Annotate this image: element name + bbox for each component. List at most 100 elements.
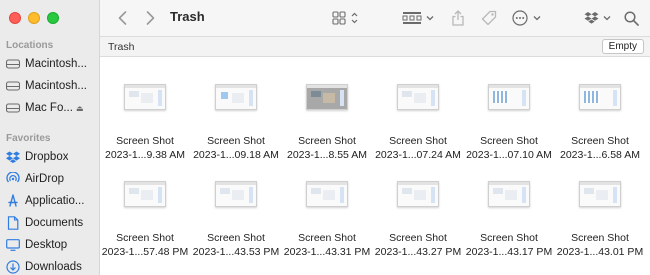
file-name-line1: Screen Shot [480,135,538,147]
tags-button[interactable] [480,7,498,29]
file-name-line2: 2023-1...43.01 PM [556,246,644,258]
group-icon [402,12,434,24]
file-item[interactable]: Screen Shot 2023-1...9.38 AM [100,57,190,161]
file-name-line1: Screen Shot [389,135,447,147]
group-by-button[interactable] [402,7,436,29]
file-name-line1: Screen Shot [207,135,265,147]
drive-icon [6,101,20,115]
tag-icon [481,10,497,26]
sidebar-item-documents[interactable]: Documents [0,213,100,233]
sidebar-item-downloads[interactable]: Downloads [0,257,100,275]
folder-title: Trash [108,41,135,53]
file-name-line1: Screen Shot [571,135,629,147]
sidebar-section-favorites: Favorites [6,133,51,144]
dropbox-menu-button[interactable] [584,7,614,29]
file-thumbnail [306,181,348,207]
desktop-icon [6,238,20,252]
icon-view-icon [332,11,358,25]
sidebar-item-label: Macintosh... [25,80,87,92]
file-grid: Screen Shot 2023-1...9.38 AM Screen Shot 20… [100,57,650,275]
file-item[interactable]: Screen Shot 2023-1...43.01 PM [555,154,645,258]
file-item[interactable]: Screen Shot 2023-1...8.55 AM [282,57,372,161]
path-bar: Trash Empty [100,36,650,57]
back-button[interactable] [114,7,130,29]
chevron-left-icon [118,11,126,25]
file-item[interactable]: Screen Shot 2023-1...43.31 PM [282,154,372,258]
sidebar-item-applications[interactable]: Applicatio... [0,191,100,211]
ellipsis-icon [512,10,541,26]
sidebar-item-macintosh-2[interactable]: Macintosh... [0,76,100,96]
sidebar-item-macintosh-1[interactable]: Macintosh... [0,54,100,74]
more-actions-button[interactable] [512,7,544,29]
sidebar-section-locations: Locations [6,40,54,51]
share-icon [452,10,464,26]
view-mode-button[interactable] [332,7,364,29]
toolbar: Trash [100,0,650,36]
eject-icon[interactable]: ⏏ [76,104,84,113]
file-item[interactable]: Screen Shot 2023-1...43.53 PM [191,154,281,258]
file-name-line2: 2023-1...43.27 PM [374,246,462,258]
sidebar-item-label: Desktop [25,239,68,251]
file-thumbnail [124,181,166,207]
file-name-line1: Screen Shot [298,135,356,147]
sidebar: Locations Macintosh... Macintosh... Mac … [0,0,100,275]
empty-trash-button[interactable]: Empty [601,39,644,54]
file-thumbnail [488,84,530,110]
sidebar-item-label: Downloads [25,261,82,273]
file-name-line2: 2023-1...43.17 PM [465,246,553,258]
sidebar-item-mac-fo[interactable]: Mac Fo... ⏏ [0,98,100,118]
file-thumbnail [215,181,257,207]
file-name-line1: Screen Shot [116,232,174,244]
file-name-line1: Screen Shot [480,232,538,244]
sidebar-item-label: Macintosh... [25,58,87,70]
search-icon [623,10,639,26]
sidebar-item-label: AirDrop [25,173,64,185]
search-button[interactable] [622,7,640,29]
file-thumbnail [579,84,621,110]
dropbox-icon [584,12,611,24]
forward-button[interactable] [142,7,158,29]
sidebar-item-label: Documents [25,217,84,229]
file-name-line2: 2023-1...43.53 PM [192,246,280,258]
minimize-window-button[interactable] [28,12,40,24]
file-thumbnail [397,84,439,110]
file-name-line1: Screen Shot [571,232,629,244]
sidebar-item-label: Applicatio... [25,195,85,207]
file-item[interactable]: Screen Shot 2023-1...09.18 AM [191,57,281,161]
file-name-line1: Screen Shot [389,232,447,244]
applications-icon [6,194,20,208]
file-thumbnail [306,84,348,110]
file-item[interactable]: Screen Shot 2023-1...57.48 PM [100,154,190,258]
share-button[interactable] [450,7,466,29]
sidebar-item-desktop[interactable]: Desktop [0,235,100,255]
file-thumbnail [397,181,439,207]
airdrop-icon [6,172,20,186]
file-item[interactable]: Screen Shot 2023-1...07.10 AM [464,57,554,161]
sidebar-item-label: Dropbox [25,151,69,163]
file-item[interactable]: Screen Shot 2023-1...43.27 PM [373,154,463,258]
sidebar-item-airdrop[interactable]: AirDrop [0,169,100,189]
window-title: Trash [170,9,205,24]
file-item[interactable]: Screen Shot 2023-1...07.24 AM [373,57,463,161]
file-thumbnail [579,181,621,207]
sidebar-item-label: Mac Fo... [25,102,73,114]
chevron-right-icon [146,11,154,25]
drive-icon [6,57,20,71]
file-thumbnail [488,181,530,207]
window-controls [9,12,59,24]
drive-icon [6,79,20,93]
document-icon [6,216,20,230]
close-window-button[interactable] [9,12,21,24]
file-thumbnail [124,84,166,110]
sidebar-item-dropbox[interactable]: Dropbox [0,147,100,167]
file-name-line1: Screen Shot [207,232,265,244]
file-item[interactable]: Screen Shot 2023-1...6.58 AM [555,57,645,161]
file-name-line1: Screen Shot [116,135,174,147]
file-name-line1: Screen Shot [298,232,356,244]
zoom-window-button[interactable] [47,12,59,24]
file-name-line2: 2023-1...43.31 PM [283,246,371,258]
downloads-icon [6,260,20,274]
dropbox-icon [6,150,20,164]
file-item[interactable]: Screen Shot 2023-1...43.17 PM [464,154,554,258]
file-thumbnail [215,84,257,110]
